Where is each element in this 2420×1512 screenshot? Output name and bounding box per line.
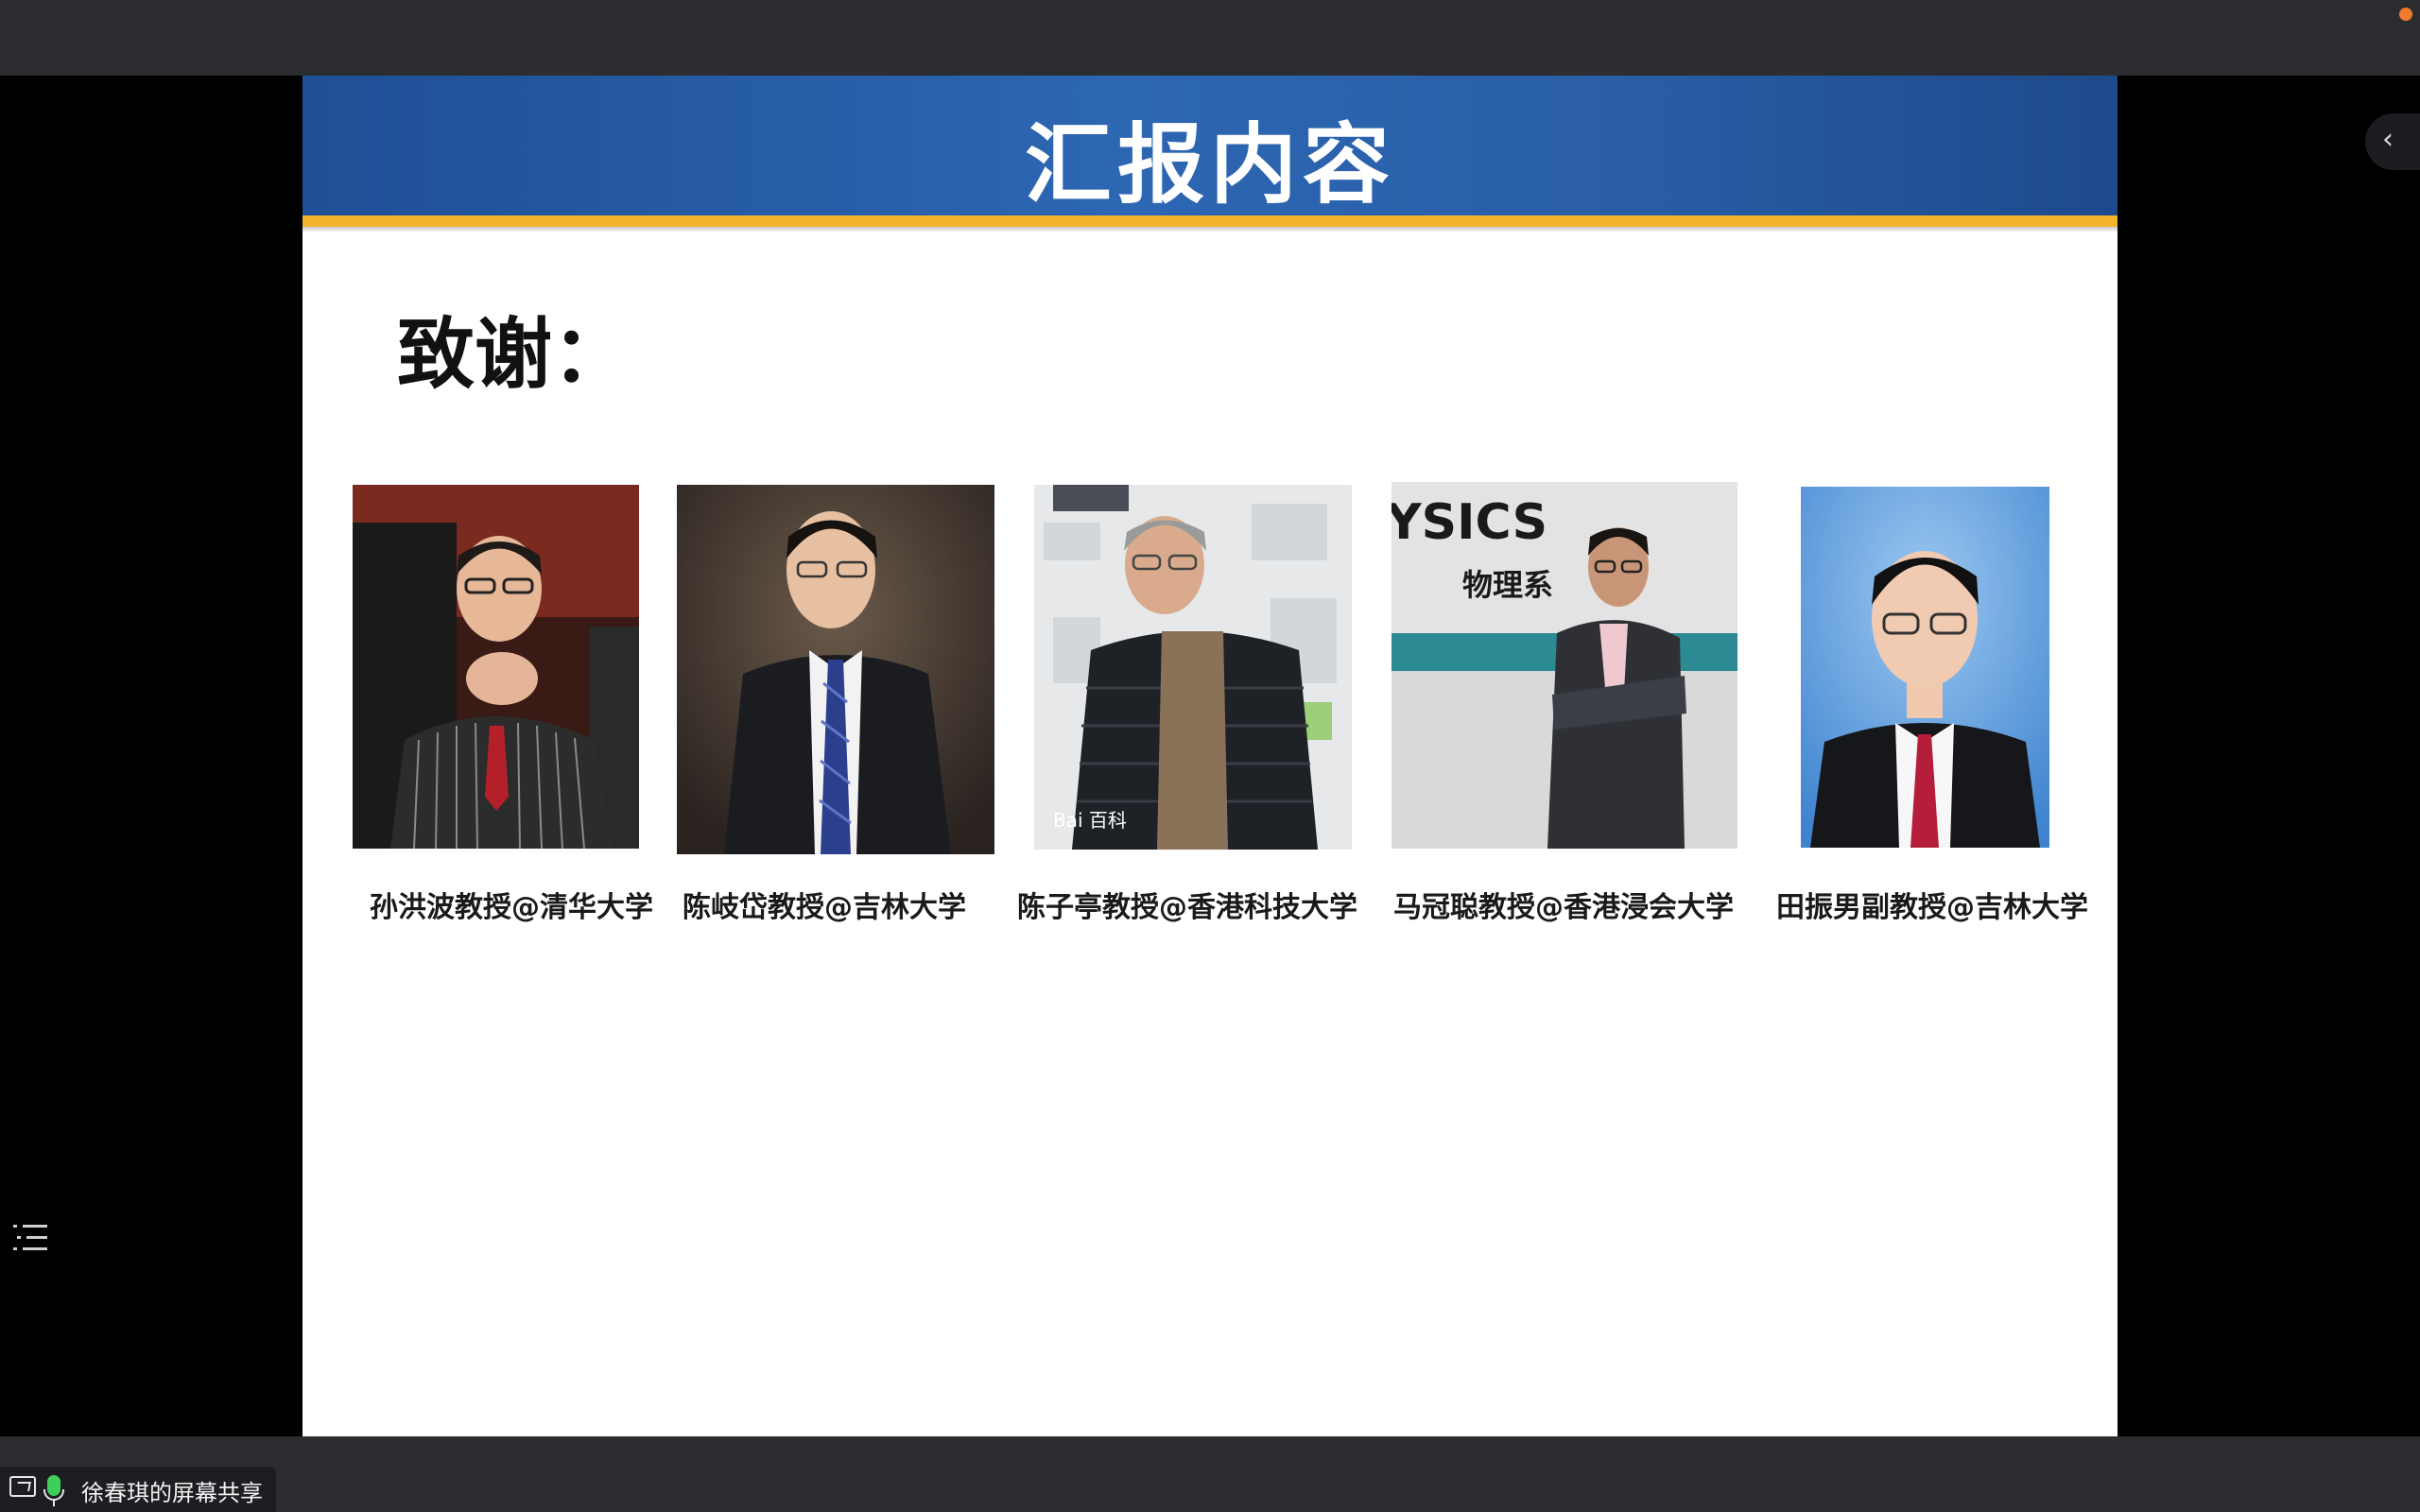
top-toolbar bbox=[0, 0, 2420, 76]
person-photo-2 bbox=[677, 485, 994, 854]
chevron-left-icon: ‹ bbox=[2382, 123, 2394, 156]
person-caption-3: 陈子亭教授@香港科技大学 bbox=[1017, 891, 1357, 924]
slide-header: 汇报内容 bbox=[302, 76, 2118, 215]
screen-share-icon bbox=[9, 1476, 36, 1497]
presentation-slide: 汇报内容 致谢： Bai 百科 YSICS 物理系 孙洪波教授@清华大学 陈岐岱… bbox=[302, 76, 2118, 1436]
side-panel-toggle[interactable]: ‹ bbox=[2365, 113, 2420, 170]
screen-share-label: 徐春琪的屏幕共享 bbox=[81, 1480, 263, 1506]
person-caption-1: 孙洪波教授@清华大学 bbox=[370, 891, 653, 924]
wall-sign-chinese: 物理系 bbox=[1462, 567, 1553, 603]
list-icon[interactable] bbox=[13, 1221, 51, 1255]
person-caption-2: 陈岐岱教授@吉林大学 bbox=[683, 891, 966, 924]
slide-title: 汇报内容 bbox=[1024, 114, 1395, 215]
slide-subtitle: 致谢： bbox=[397, 310, 631, 400]
person-caption-5: 田振男副教授@吉林大学 bbox=[1776, 891, 2088, 924]
person-photo-1 bbox=[353, 485, 639, 849]
person-photo-4: YSICS 物理系 bbox=[1392, 482, 1737, 849]
header-shadow bbox=[302, 227, 2118, 232]
header-accent-bar bbox=[302, 215, 2118, 227]
person-photo-5 bbox=[1801, 487, 2049, 848]
person-photo-3: Bai 百科 bbox=[1034, 485, 1352, 850]
photo-watermark: Bai 百科 bbox=[1053, 809, 1127, 832]
recording-indicator bbox=[2399, 8, 2412, 21]
person-caption-4: 马冠聪教授@香港浸会大学 bbox=[1393, 891, 1734, 924]
bottom-toolbar bbox=[0, 1436, 2420, 1512]
wall-sign-english: YSICS bbox=[1392, 494, 1547, 551]
screen-share-indicator[interactable]: 徐春琪的屏幕共享 bbox=[0, 1467, 276, 1512]
screen-share-stage: 汇报内容 致谢： Bai 百科 YSICS 物理系 孙洪波教授@清华大学 陈岐岱… bbox=[0, 76, 2420, 1436]
